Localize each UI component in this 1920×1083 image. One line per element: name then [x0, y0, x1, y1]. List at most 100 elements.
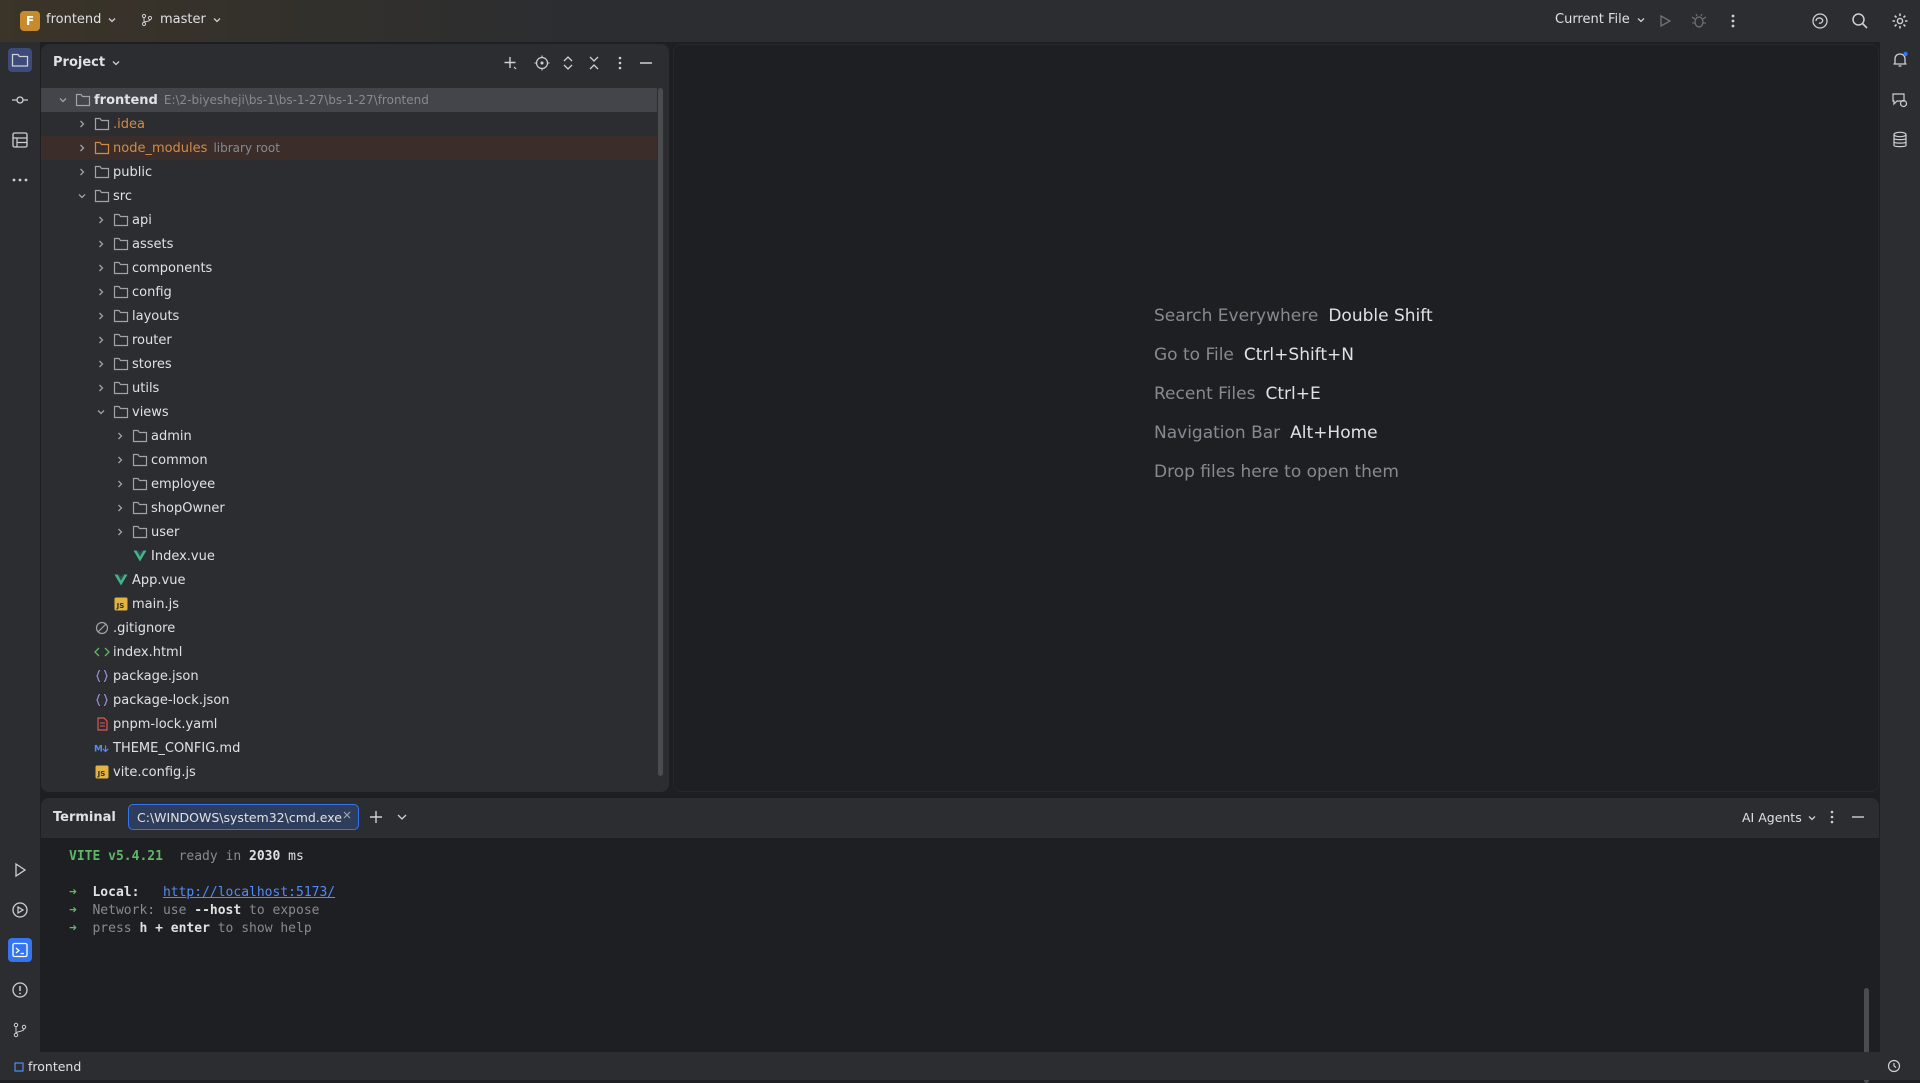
tree-item-assets[interactable]: assets — [41, 232, 657, 256]
run-configuration-selector[interactable]: Current File — [1555, 12, 1646, 27]
collapse-all-icon[interactable] — [585, 54, 603, 72]
folder-icon — [113, 284, 129, 300]
tree-item-admin[interactable]: admin — [41, 424, 657, 448]
hide-terminal-minimize-icon[interactable] — [1849, 808, 1867, 826]
shortcut-navigation-bar: Navigation Bar Alt+Home — [1154, 423, 1378, 443]
chevron-right-icon[interactable] — [93, 260, 109, 276]
project-view-selector[interactable]: Project — [53, 55, 121, 70]
chevron-right-icon[interactable] — [93, 212, 109, 228]
more-actions-icon[interactable] — [1723, 11, 1743, 31]
commit-icon[interactable] — [8, 88, 32, 112]
chevron-right-icon[interactable] — [112, 524, 128, 540]
locate-target-icon[interactable] — [533, 54, 551, 72]
run-tool-icon[interactable] — [8, 858, 32, 882]
structure-icon[interactable] — [8, 128, 32, 152]
search-icon[interactable] — [1850, 11, 1870, 31]
tree-item-utils[interactable]: utils — [41, 376, 657, 400]
tree-item-idea[interactable]: .idea — [41, 112, 657, 136]
tree-item-config[interactable]: config — [41, 280, 657, 304]
problems-icon[interactable] — [8, 978, 32, 1002]
chevron-right-icon[interactable] — [93, 380, 109, 396]
chevron-down-icon[interactable] — [55, 92, 71, 108]
close-tab-icon[interactable] — [342, 810, 352, 820]
tree-item-vite-config-js[interactable]: JS vite.config.js — [41, 760, 657, 784]
tree-item-index-html[interactable]: index.html — [41, 640, 657, 664]
branch-switcher[interactable]: master — [140, 12, 222, 27]
status-settings-icon[interactable] — [1886, 1058, 1902, 1074]
chevron-right-icon[interactable] — [74, 164, 90, 180]
more-tools-icon[interactable] — [8, 168, 32, 192]
chevron-right-icon[interactable] — [74, 140, 90, 156]
hide-panel-minimize-icon[interactable] — [637, 54, 655, 72]
new-terminal-plus-icon[interactable] — [367, 808, 385, 826]
tree-item-router[interactable]: router — [41, 328, 657, 352]
tree-item-user[interactable]: user — [41, 520, 657, 544]
tree-item-components[interactable]: components — [41, 256, 657, 280]
chevron-down-icon — [1636, 15, 1646, 25]
project-switcher[interactable]: frontend — [46, 12, 117, 27]
tree-item-api[interactable]: api — [41, 208, 657, 232]
terminal-output[interactable]: VITE v5.4.21 ready in 2030 ms ➜ Local: h… — [41, 838, 1879, 1083]
chevron-right-icon[interactable] — [93, 236, 109, 252]
chevron-right-icon[interactable] — [93, 308, 109, 324]
tree-item-package-lock-json[interactable]: package-lock.json — [41, 688, 657, 712]
chevron-right-icon[interactable] — [112, 500, 128, 516]
chevron-right-icon[interactable] — [93, 356, 109, 372]
terminal-dropdown-chevron-icon[interactable] — [393, 808, 411, 826]
project-badge[interactable]: F — [20, 11, 40, 31]
tree-item-app-vue[interactable]: App.vue — [41, 568, 657, 592]
project-panel: Project frontend E:\2-biyesheji\bs-1\bs-1… — [41, 44, 669, 792]
local-url-link[interactable]: http://localhost:5173/ — [163, 885, 335, 900]
tree-item-src[interactable]: src — [41, 184, 657, 208]
ai-assistant-icon[interactable] — [1810, 11, 1830, 31]
chevron-down-icon[interactable] — [74, 188, 90, 204]
tree-item-label: package.json — [113, 668, 199, 684]
run-icon[interactable] — [1655, 11, 1675, 31]
tree-item-main-js[interactable]: JS main.js — [41, 592, 657, 616]
tree-scrollbar[interactable] — [658, 88, 663, 776]
terminal-tab[interactable]: C:\WINDOWS\system32\cmd.exe — [128, 804, 359, 830]
ai-chat-icon[interactable] — [1888, 88, 1912, 112]
tree-item-views[interactable]: views — [41, 400, 657, 424]
chevron-right-icon[interactable] — [112, 476, 128, 492]
tree-item-shopowner[interactable]: shopOwner — [41, 496, 657, 520]
debug-icon[interactable] — [1689, 11, 1709, 31]
tree-item-node-modules[interactable]: node_modules library root — [41, 136, 657, 160]
tree-item-public[interactable]: public — [41, 160, 657, 184]
tree-item-theme-config-md[interactable]: M THEME_CONFIG.md — [41, 736, 657, 760]
expand-all-icon[interactable] — [559, 54, 577, 72]
chevron-right-icon[interactable] — [93, 284, 109, 300]
tree-item-stores[interactable]: stores — [41, 352, 657, 376]
folder-icon — [113, 260, 129, 276]
shortcut-key: Ctrl+Shift+N — [1243, 345, 1354, 365]
chevron-right-icon[interactable] — [74, 116, 90, 132]
new-file-plus-icon[interactable] — [501, 54, 519, 72]
settings-gear-icon[interactable] — [1890, 11, 1910, 31]
tree-item-layouts[interactable]: layouts — [41, 304, 657, 328]
chevron-right-icon[interactable] — [93, 332, 109, 348]
project-tool-folder-icon[interactable] — [8, 48, 32, 72]
chevron-right-icon[interactable] — [112, 452, 128, 468]
chevron-down-icon[interactable] — [93, 404, 109, 420]
panel-options-icon[interactable] — [611, 54, 629, 72]
tree-item-package-json[interactable]: package.json — [41, 664, 657, 688]
tree-item-label: api — [132, 212, 152, 228]
git-icon[interactable] — [8, 1018, 32, 1042]
terminal-tool-icon[interactable] — [8, 938, 32, 962]
terminal-options-icon[interactable] — [1823, 808, 1841, 826]
tree-item-common[interactable]: common — [41, 448, 657, 472]
tree-item-gitignore[interactable]: .gitignore — [41, 616, 657, 640]
shortcut-search-everywhere: Search Everywhere Double Shift — [1154, 306, 1433, 326]
status-project-breadcrumb[interactable]: frontend — [14, 1059, 81, 1074]
svg-text:JS: JS — [116, 602, 125, 610]
tree-item-frontend[interactable]: frontend E:\2-biyesheji\bs-1\bs-1-27\bs-1… — [41, 88, 657, 112]
notifications-bell-icon[interactable] — [1888, 48, 1912, 72]
tree-item-index-vue[interactable]: Index.vue — [41, 544, 657, 568]
tree-item-pnpm-lock-yaml[interactable]: pnpm-lock.yaml — [41, 712, 657, 736]
tree-item-employee[interactable]: employee — [41, 472, 657, 496]
database-icon[interactable] — [1888, 128, 1912, 152]
ai-agents-dropdown[interactable]: AI Agents — [1742, 810, 1817, 825]
chevron-right-icon[interactable] — [112, 428, 128, 444]
services-icon[interactable] — [8, 898, 32, 922]
